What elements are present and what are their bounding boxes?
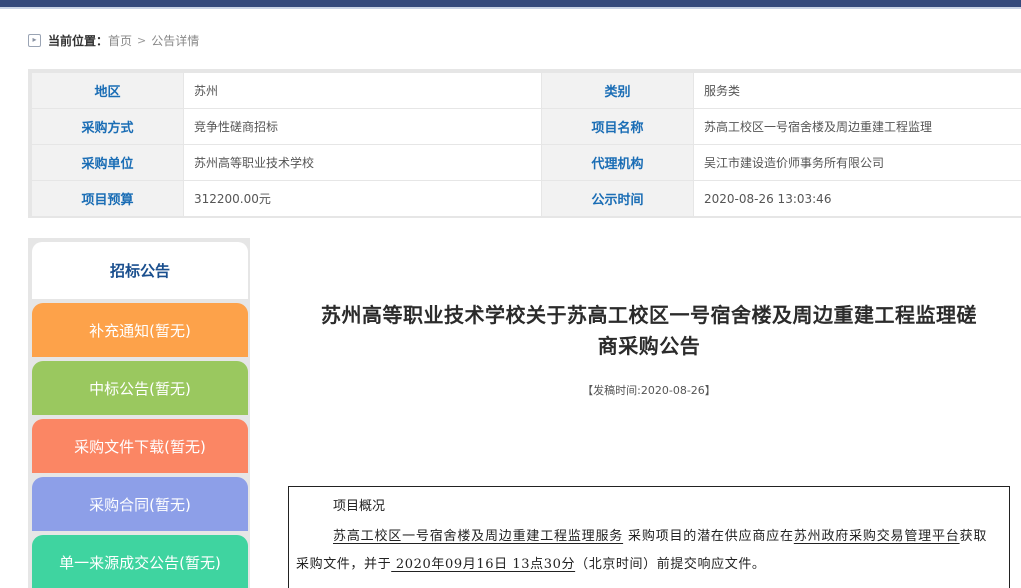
notice-box: 项目概况 苏高工校区一号宿舍楼及周边重建工程监理服务 采购项目的潜在供应商应在苏…	[288, 486, 1010, 588]
notice-deadline: 2020年09月16日 13点30分	[391, 557, 576, 572]
notice-paragraph: 苏高工校区一号宿舍楼及周边重建工程监理服务 采购项目的潜在供应商应在苏州政府采购…	[296, 523, 987, 579]
publish-date: 【发稿时间:2020-08-26】	[582, 384, 716, 397]
budget-label: 项目预算	[31, 180, 184, 217]
tab-contract[interactable]: 采购合同(暂无)	[32, 477, 248, 531]
breadcrumb-separator: >	[137, 33, 147, 47]
procurement-method-label: 采购方式	[31, 108, 184, 145]
top-bar	[0, 0, 1021, 7]
notice-project-name: 苏高工校区一号宿舍楼及周边重建工程监理服务	[333, 529, 624, 544]
tab-award-notice[interactable]: 中标公告(暂无)	[32, 361, 248, 415]
table-row: 采购单位 苏州高等职业技术学校 代理机构 吴江市建设造价师事务所有限公司	[31, 144, 1021, 181]
procurement-method-value: 竞争性磋商招标	[183, 108, 542, 145]
budget-value: 312200.00元	[183, 180, 542, 217]
breadcrumb-lead: 当前位置：	[48, 33, 109, 48]
tab-document-download[interactable]: 采购文件下载(暂无)	[32, 419, 248, 473]
publish-time-label: 公示时间	[541, 180, 694, 217]
notice-text: 采购项目的潜在供应商应在	[623, 529, 794, 544]
tab-tender-notice[interactable]: 招标公告	[32, 242, 248, 299]
region-label: 地区	[31, 72, 184, 109]
category-label: 类别	[541, 72, 694, 109]
article-title: 苏州高等职业技术学校关于苏高工校区一号宿舍楼及周边重建工程监理磋 商采购公告	[288, 300, 1010, 362]
purchaser-label: 采购单位	[31, 144, 184, 181]
home-icon: ▸	[28, 33, 41, 47]
tab-supplement-notice[interactable]: 补充通知(暂无)	[32, 303, 248, 357]
purchaser-value: 苏州高等职业技术学校	[183, 144, 542, 181]
breadcrumb-current[interactable]: 公告详情	[151, 32, 199, 49]
agency-value: 吴江市建设造价师事务所有限公司	[693, 144, 1021, 181]
article-title-line-1: 苏州高等职业技术学校关于苏高工校区一号宿舍楼及周边重建工程监理磋	[321, 303, 977, 327]
publish-time-value: 2020-08-26 13:03:46	[693, 180, 1021, 217]
notice-tabs: 招标公告 补充通知(暂无) 中标公告(暂无) 采购文件下载(暂无) 采购合同(暂…	[28, 238, 250, 588]
notice-text: （北京时间）前提交响应文件。	[575, 557, 766, 572]
tab-single-source[interactable]: 单一来源成交公告(暂无)	[32, 535, 248, 588]
breadcrumb: ▸ 当前位置： 首页 > 公告详情	[28, 31, 199, 49]
top-bar-divider	[0, 7, 1021, 9]
notice-platform: 苏州政府采购交易管理平台	[793, 529, 960, 544]
article: 苏州高等职业技术学校关于苏高工校区一号宿舍楼及周边重建工程监理磋 商采购公告 【…	[288, 300, 1010, 398]
table-row: 地区 苏州 类别 服务类	[31, 72, 1021, 109]
table-row: 项目预算 312200.00元 公示时间 2020-08-26 13:03:46	[31, 180, 1021, 217]
breadcrumb-home-link[interactable]: 首页	[108, 32, 132, 49]
agency-label: 代理机构	[541, 144, 694, 181]
category-value: 服务类	[693, 72, 1021, 109]
notice-heading: 项目概况	[333, 499, 386, 514]
region-value: 苏州	[183, 72, 542, 109]
project-name-label: 项目名称	[541, 108, 694, 145]
table-row: 采购方式 竞争性磋商招标 项目名称 苏高工校区一号宿舍楼及周边重建工程监理	[31, 108, 1021, 145]
article-title-line-2: 商采购公告	[597, 334, 701, 358]
project-info-panel: 地区 苏州 类别 服务类 采购方式 竞争性磋商招标 项目名称 苏高工校区一号宿舍…	[28, 69, 1021, 218]
project-name-value: 苏高工校区一号宿舍楼及周边重建工程监理	[693, 108, 1021, 145]
project-info-table: 地区 苏州 类别 服务类 采购方式 竞争性磋商招标 项目名称 苏高工校区一号宿舍…	[31, 72, 1021, 217]
